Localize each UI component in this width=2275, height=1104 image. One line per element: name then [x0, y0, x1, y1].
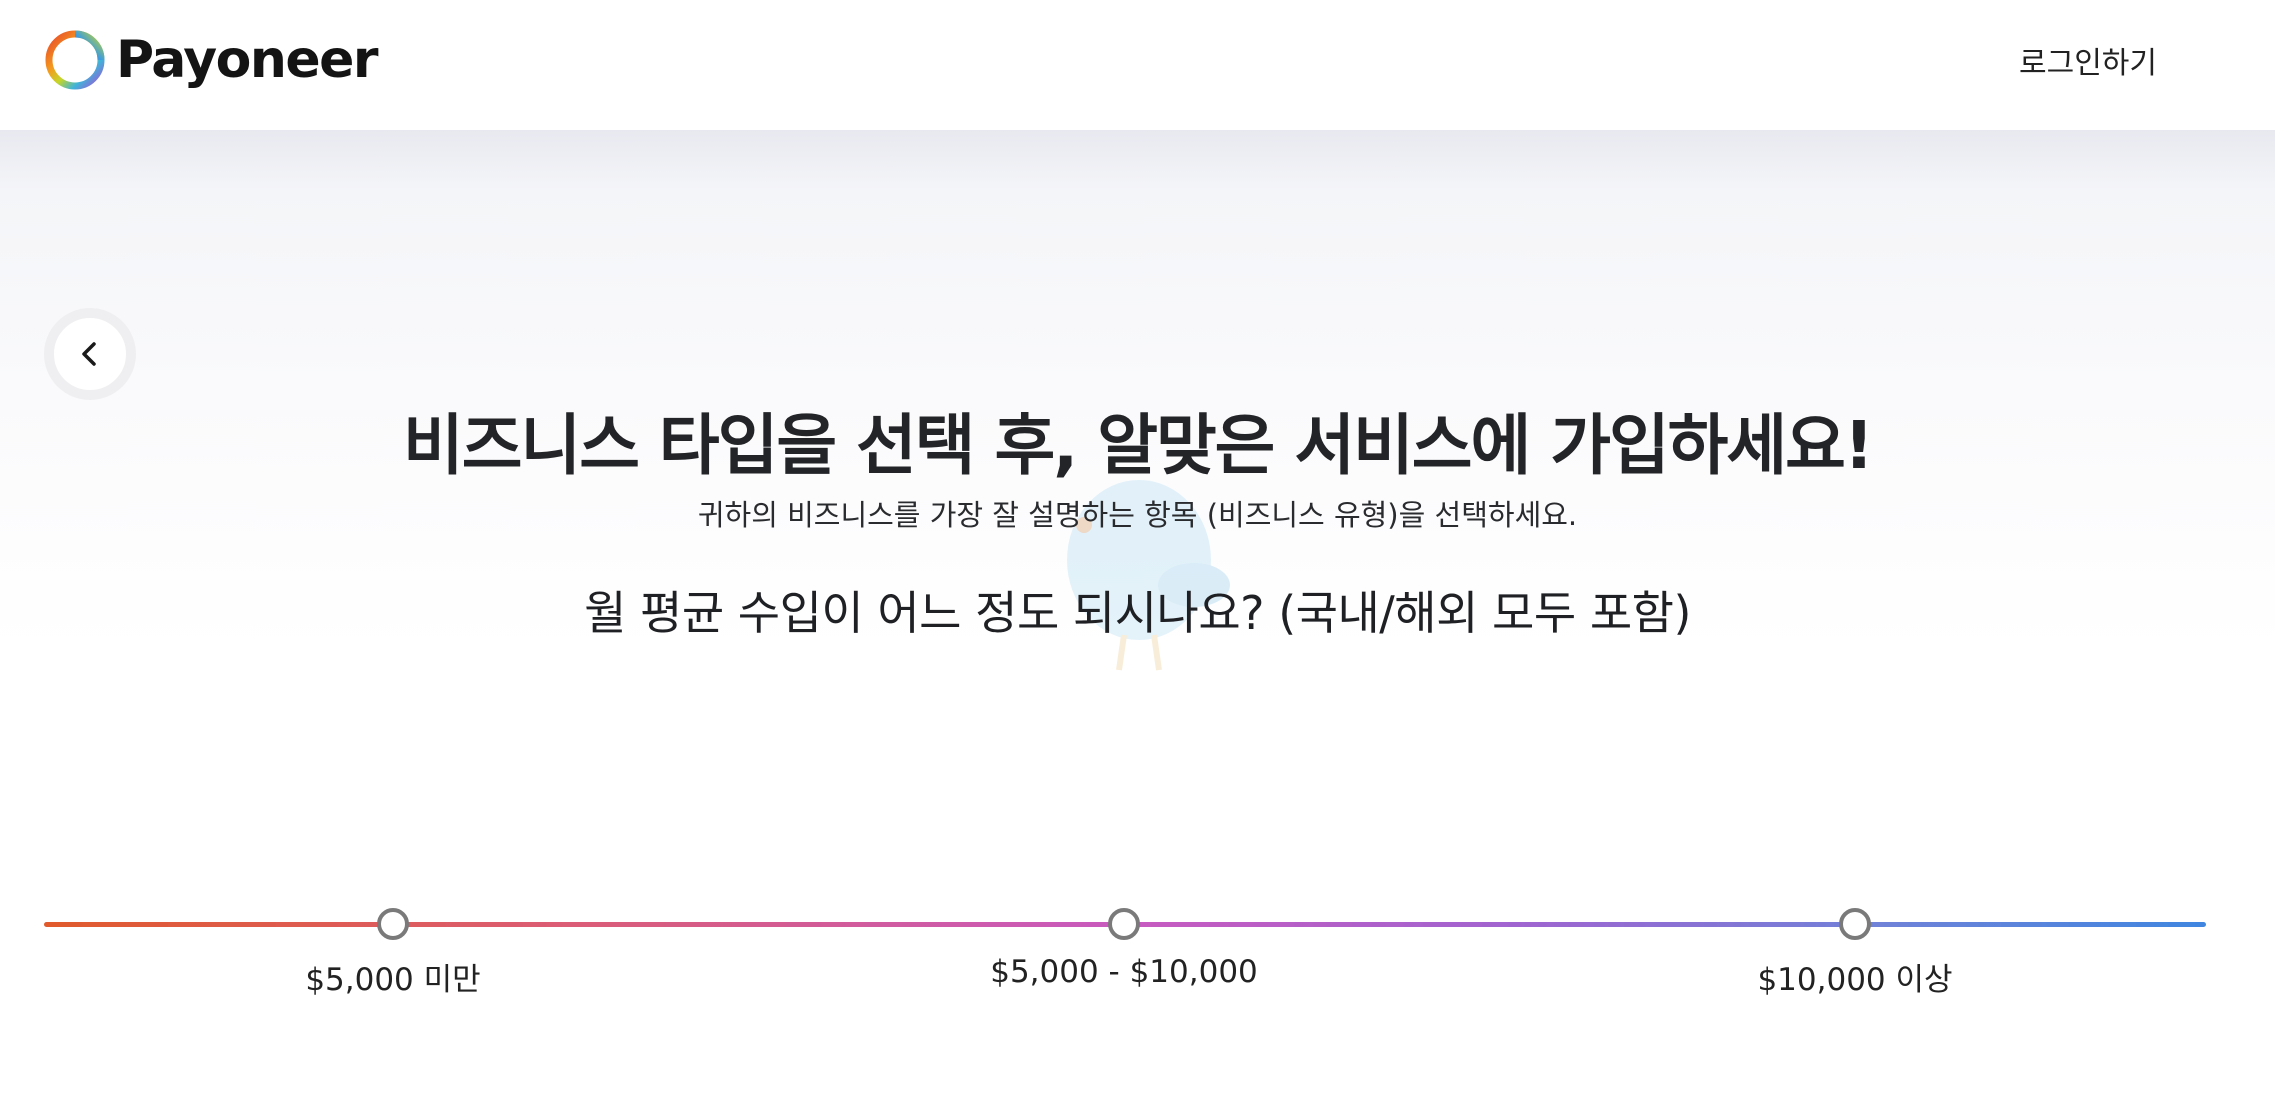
- slider-stop-under-5000[interactable]: [377, 908, 409, 940]
- page-title: 비즈니스 타입을 선택 후, 알맞은 서비스에 가입하세요!: [403, 407, 1874, 484]
- login-link[interactable]: 로그인하기: [2019, 38, 2157, 82]
- chevron-left-icon: [82, 342, 96, 366]
- slider-stop-over-10000[interactable]: [1839, 908, 1871, 940]
- payoneer-ring-logo-icon: [45, 30, 105, 90]
- slider-label-under-5000[interactable]: $5,000 미만: [193, 954, 593, 999]
- income-question: 월 평균 수입이 어느 정도 되시나요? (국내/해외 모두 포함): [584, 586, 1691, 640]
- slider-stop-5000-10000[interactable]: [1108, 908, 1140, 940]
- site-header: Payoneer 로그인하기: [0, 0, 2275, 130]
- back-button[interactable]: [44, 308, 136, 400]
- page-subtitle: 귀하의 비즈니스를 가장 잘 설명하는 항목 (비즈니스 유형)을 선택하세요.: [697, 498, 1578, 532]
- income-range-slider[interactable]: $5,000 미만 $5,000 - $10,000 $10,000 이상: [44, 790, 2206, 998]
- payoneer-logo[interactable]: Payoneer: [44, 28, 379, 92]
- slider-label-over-10000[interactable]: $10,000 이상: [1655, 954, 2055, 999]
- main-content: 비즈니스 타입을 선택 후, 알맞은 서비스에 가입하세요! 귀하의 비즈니스를…: [0, 130, 2275, 1104]
- logo-wordmark: Payoneer: [116, 30, 379, 90]
- slider-label-5000-10000[interactable]: $5,000 - $10,000: [924, 954, 1324, 990]
